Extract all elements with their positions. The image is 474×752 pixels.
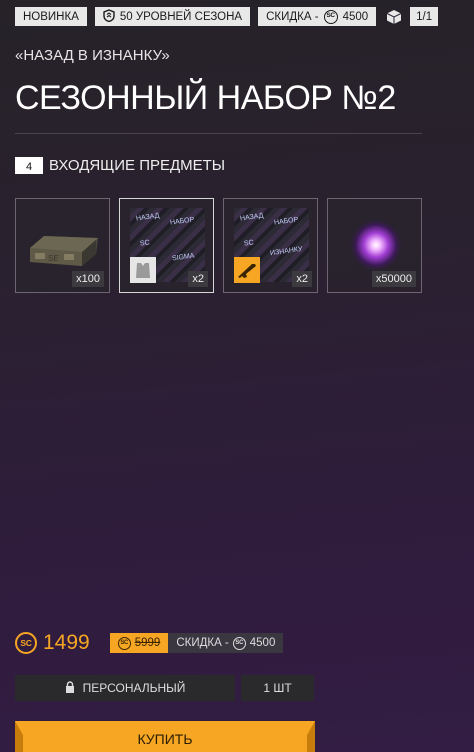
buy-label: КУПИТЬ (137, 730, 193, 747)
options-row: ПЕРСОНАЛЬНЫЙ 1 ШТ (15, 675, 314, 701)
discount-badge: СКИДКА - SC 4500 (168, 633, 284, 653)
page-title: СЕЗОННЫЙ НАБОР №2 (15, 79, 396, 117)
item-qty: x50000 (371, 271, 416, 287)
personal-label: ПЕРСОНАЛЬНЫЙ (82, 681, 186, 695)
quantity-label: 1 ШТ (263, 681, 292, 695)
personal-button[interactable]: ПЕРСОНАЛЬНЫЙ (15, 675, 235, 701)
new-tag: НОВИНКА (15, 7, 87, 26)
pattern-text: SC (243, 239, 255, 248)
new-tag-label: НОВИНКА (23, 10, 79, 23)
sc-coin-icon: SC (117, 636, 131, 650)
discount-label: СКИДКА - (176, 637, 229, 649)
pattern-text: НАБОР (273, 216, 299, 227)
pattern-text: ИЗНАНКУ (269, 245, 303, 258)
pattern-text: НАБОР (169, 216, 195, 227)
item-qty: x2 (188, 271, 208, 287)
season-levels-label: 50 УРОВНЕЙ СЕЗОНА (119, 10, 243, 23)
current-price: 1499 (43, 631, 90, 654)
sc-coin-icon: SC (232, 636, 246, 650)
items-header: 4 ВХОДЯЩИЕ ПРЕДМЕТЫ (15, 157, 225, 174)
discount-tag: СКИДКА - SC 4500 (258, 7, 377, 26)
buy-button[interactable]: КУПИТЬ (15, 721, 315, 752)
sc-coin-icon: SC (15, 632, 37, 654)
items-count-badge: 4 (15, 157, 43, 174)
item-ammo-crate[interactable]: SE x100 (15, 198, 110, 293)
item-qty: x2 (292, 271, 312, 287)
items-header-label: ВХОДЯЩИЕ ПРЕДМЕТЫ (49, 157, 226, 174)
divider (15, 133, 422, 134)
discount-value: 4500 (249, 637, 276, 649)
discount-tag-value: 4500 (342, 10, 369, 23)
old-price-badge: SC 5999 (109, 633, 169, 653)
items-list: SE x100 НАЗАД НАБОР SC SIGMA x2 НАЗАД НА… (15, 198, 422, 293)
quantity-selector[interactable]: 1 ШТ (241, 675, 314, 701)
old-price: 5999 (134, 637, 161, 649)
lock-icon (65, 680, 75, 696)
item-purple-orb[interactable]: x50000 (327, 198, 422, 293)
pattern-text: SC (139, 239, 151, 248)
pattern-text: НАЗАД (135, 212, 160, 223)
tag-row: НОВИНКА 50 УРОВНЕЙ СЕЗОНА СКИДКА - SC 45… (15, 7, 439, 26)
pattern-text: НАЗАД (239, 212, 264, 223)
season-levels-tag: 50 УРОВНЕЙ СЕЗОНА (94, 7, 251, 26)
pack-count-tag: 1/1 (410, 7, 439, 26)
item-skin-vest[interactable]: НАЗАД НАБОР SC SIGMA x2 (119, 198, 214, 293)
sc-coin-icon: SC (323, 9, 338, 24)
box-icon (386, 9, 402, 25)
pack-count-label: 1/1 (416, 10, 433, 23)
vest-icon (130, 257, 156, 283)
back-link[interactable]: «НАЗАД В ИЗНАНКУ» (15, 47, 170, 64)
item-skin-rifle[interactable]: НАЗАД НАБОР SC ИЗНАНКУ x2 (223, 198, 318, 293)
season-shield-icon (103, 8, 115, 25)
pattern-text: SIGMA (171, 252, 195, 263)
price-row: SC 1499 SC 5999 СКИДКА - SC 4500 (15, 631, 284, 655)
item-qty: x100 (72, 271, 104, 287)
svg-text:SE: SE (48, 254, 59, 263)
discount-tag-label: СКИДКА - (266, 10, 319, 23)
rifle-icon (234, 257, 260, 283)
